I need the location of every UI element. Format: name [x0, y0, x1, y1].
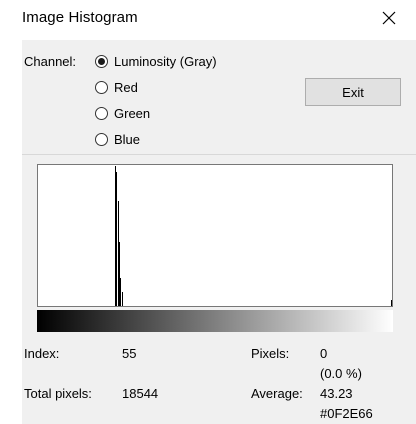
- histogram-plot: [115, 166, 392, 306]
- window-title: Image Histogram: [22, 9, 138, 26]
- gray-gradient-bar: [37, 310, 393, 332]
- separator: [22, 154, 416, 155]
- histogram-window: Image Histogram Channel: Luminosity (Gra…: [0, 0, 416, 424]
- histogram-panel: [37, 164, 393, 307]
- average-label: Average:: [251, 386, 303, 401]
- radio-red[interactable]: Red: [95, 77, 138, 97]
- pixels-value: 0: [320, 346, 328, 361]
- radio-label: Red: [114, 79, 138, 95]
- histogram-bar: [118, 201, 119, 306]
- radio-label: Luminosity (Gray): [114, 53, 217, 69]
- exit-button[interactable]: Exit: [305, 78, 401, 106]
- radio-circle[interactable]: [95, 54, 108, 68]
- radio-circle[interactable]: [95, 80, 108, 94]
- radio-label: Green: [114, 105, 151, 121]
- dialog-body: Channel: Luminosity (Gray) Red Green Blu…: [22, 40, 416, 424]
- radio-blue[interactable]: Blue: [95, 129, 140, 149]
- channel-label: Channel:: [24, 54, 77, 69]
- pixels-label: Pixels:: [251, 346, 290, 361]
- histogram-bar: [120, 278, 121, 306]
- histogram-bar: [119, 242, 120, 306]
- total-pixels-value: 18544: [122, 386, 159, 401]
- average-hex: #0F2E66: [320, 406, 373, 421]
- title-bar: Image Histogram: [0, 0, 416, 36]
- index-label: Index:: [24, 346, 60, 361]
- radio-circle[interactable]: [95, 132, 108, 146]
- average-value: 43.23: [320, 386, 353, 401]
- histogram-bar: [116, 172, 117, 306]
- radio-label: Blue: [114, 131, 141, 147]
- histogram-bar: [391, 300, 392, 306]
- radio-luminosity[interactable]: Luminosity (Gray): [95, 51, 217, 71]
- index-value: 55: [122, 346, 137, 361]
- total-pixels-label: Total pixels:: [24, 386, 92, 401]
- radio-circle[interactable]: [95, 106, 108, 120]
- radio-green[interactable]: Green: [95, 103, 150, 123]
- close-icon[interactable]: [374, 4, 404, 32]
- histogram-bar: [122, 292, 123, 306]
- pixels-percent: (0.0 %): [320, 366, 362, 381]
- histogram-bar: [115, 166, 116, 306]
